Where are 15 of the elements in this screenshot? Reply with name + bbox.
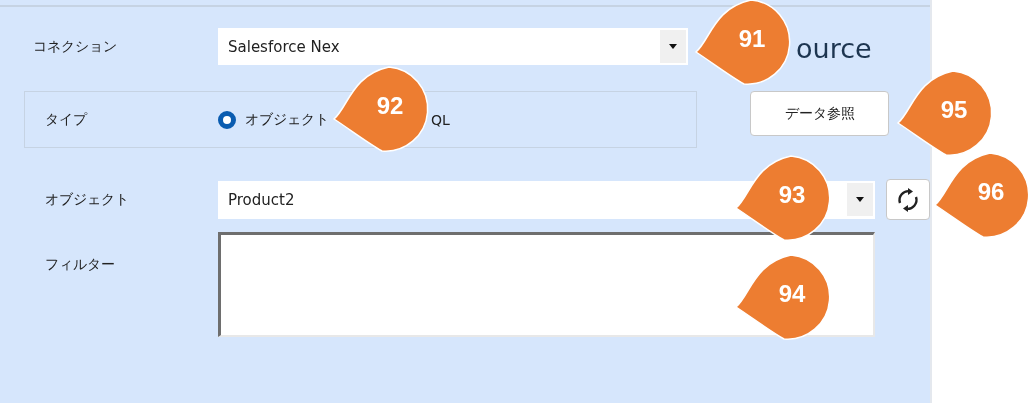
refresh-icon: [895, 186, 921, 213]
radio-button[interactable]: [218, 110, 236, 129]
connection-dropdown[interactable]: Salesforce Nex: [218, 28, 688, 65]
field-label: コネクション: [33, 37, 118, 56]
browse-data-button[interactable]: データ参照: [750, 91, 889, 136]
section-title: ource: [796, 33, 872, 64]
field-label: フィルター: [45, 256, 116, 274]
filter-input[interactable]: [218, 232, 875, 337]
dropdown-value: Salesforce Nex: [228, 37, 340, 56]
dropdown-value: Product2: [228, 190, 295, 209]
radio-label[interactable]: QL: [431, 111, 450, 128]
field-label: タイプ: [45, 110, 89, 129]
field-label: オブジェクト: [45, 190, 130, 209]
radio-label[interactable]: オブジェクト: [245, 110, 329, 129]
refresh-button[interactable]: [886, 179, 930, 220]
